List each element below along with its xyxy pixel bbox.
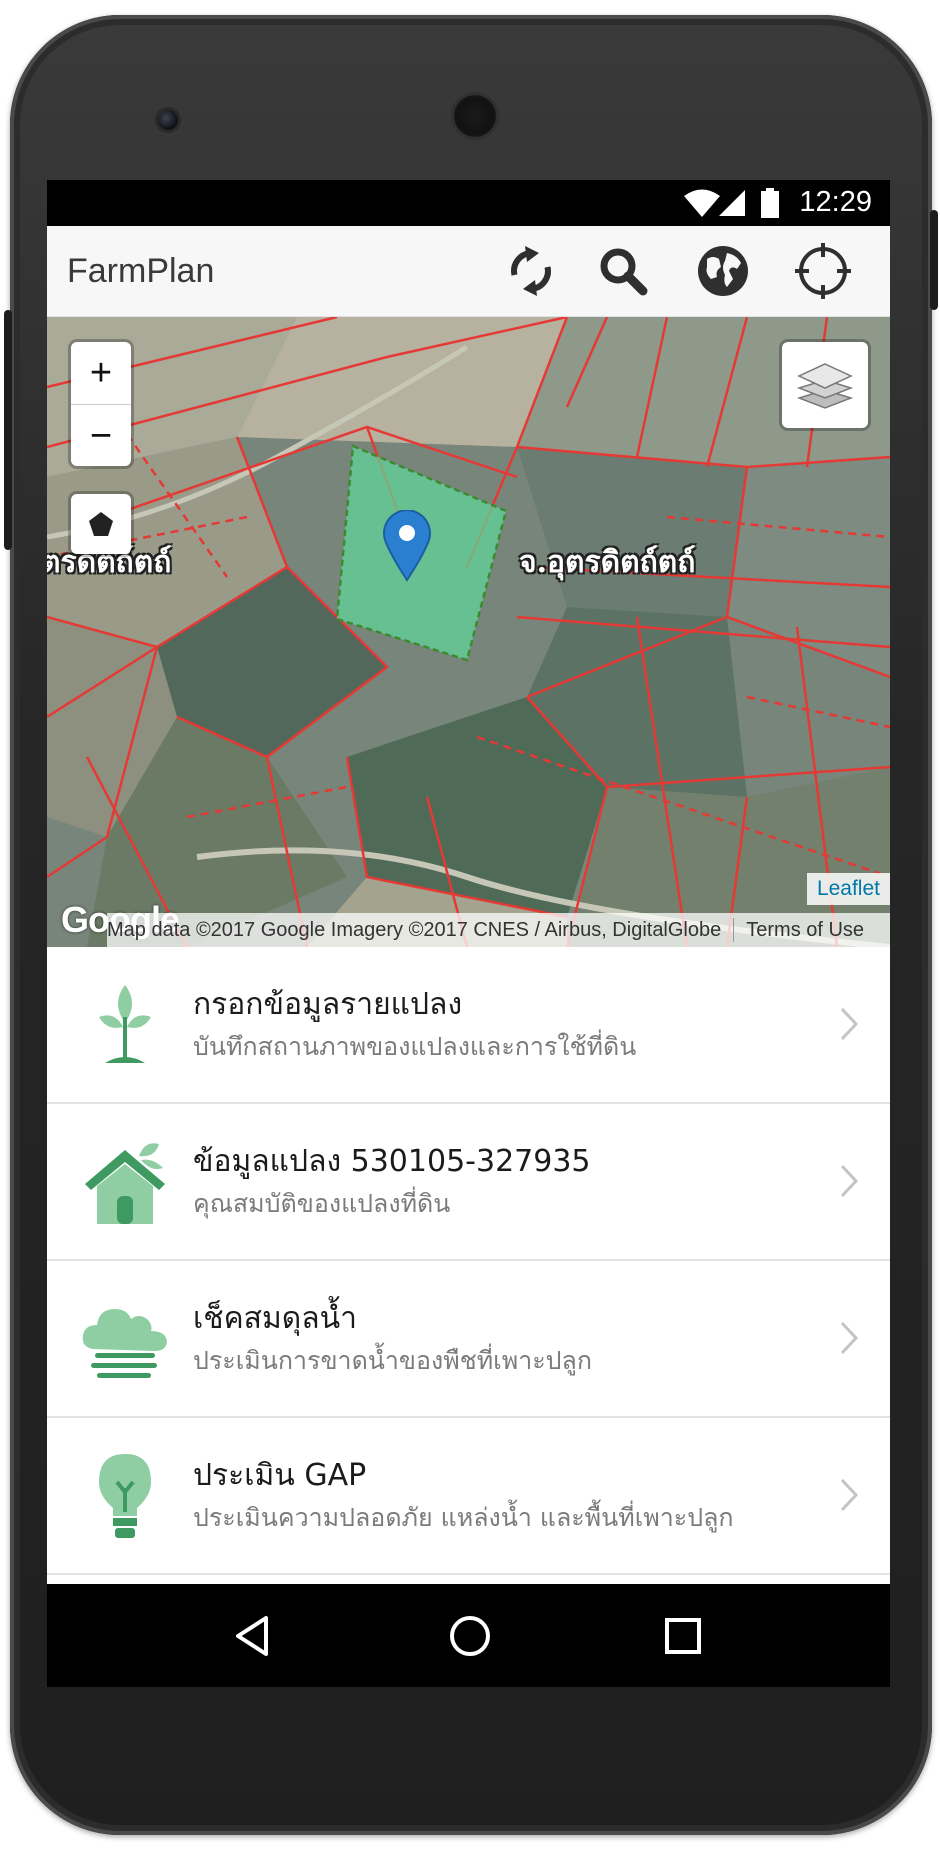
status-bar: 12:29 bbox=[47, 180, 890, 226]
sync-button[interactable] bbox=[500, 240, 562, 302]
cloud-water-icon bbox=[82, 1309, 167, 1378]
chevron-right-icon bbox=[840, 1478, 859, 1512]
screen: 12:29 FarmPlan ตรดิตถ์ตถ์ จ.อุตรดิตถ์ตถ์… bbox=[47, 180, 890, 1687]
power-button bbox=[4, 310, 12, 550]
list-item-water-balance[interactable]: เช็คสมดุลน้ำ ประเมินการขาดน้ำของพืชที่เพ… bbox=[47, 1261, 890, 1418]
map-attribution: Map data ©2017 Google Imagery ©2017 CNES… bbox=[107, 913, 890, 947]
signal-icon bbox=[719, 190, 745, 216]
list-item-gap-assessment[interactable]: ประเมิน GAP ประเมินความปลอดภัย แหล่งน้ำ … bbox=[47, 1418, 890, 1575]
globe-button[interactable] bbox=[692, 240, 754, 302]
attribution-divider bbox=[733, 918, 735, 942]
map-view[interactable]: ตรดิตถ์ตถ์ จ.อุตรดิตถ์ตถ์ + − Leaflet Go… bbox=[47, 317, 890, 947]
list-item-title: ข้อมูลแปลง 530105-327935 bbox=[193, 1144, 591, 1179]
wifi-icon bbox=[684, 189, 720, 217]
list-item-title: กรอกข้อมูลรายแปลง bbox=[193, 987, 463, 1022]
list-item-fill-parcel-info[interactable]: กรอกข้อมูลรายแปลง บันทึกสถานภาพของแปลงแล… bbox=[47, 947, 890, 1104]
chevron-right-icon bbox=[840, 1007, 859, 1041]
sync-icon bbox=[511, 246, 551, 296]
crosshair-icon bbox=[795, 243, 851, 299]
zoom-control: + − bbox=[71, 342, 131, 466]
chevron-right-icon bbox=[840, 1164, 859, 1198]
layers-icon bbox=[797, 363, 853, 409]
app-title: FarmPlan bbox=[67, 252, 215, 290]
search-icon bbox=[600, 248, 648, 296]
draw-polygon-button[interactable] bbox=[71, 494, 131, 554]
list-item-subtitle: ประเมินความปลอดภัย แหล่งน้ำ และพื้นที่เพ… bbox=[193, 1503, 734, 1532]
app-bar: FarmPlan bbox=[47, 226, 890, 317]
pentagon-icon bbox=[89, 512, 113, 536]
satellite-map bbox=[47, 317, 890, 947]
battery-icon bbox=[761, 188, 779, 218]
search-button[interactable] bbox=[592, 240, 654, 302]
chevron-right-icon bbox=[840, 1321, 859, 1355]
list-item-subtitle: ประเมินการขาดน้ำของพืชที่เพาะปลูก bbox=[193, 1346, 592, 1375]
list-item-subtitle: บันทึกสถานภาพของแปลงและการใช้ที่ดิน bbox=[193, 1032, 637, 1061]
volume-button bbox=[930, 210, 938, 310]
location-marker-icon[interactable] bbox=[382, 510, 432, 582]
plant-icon bbox=[99, 985, 151, 1063]
list-item-parcel-details[interactable]: ข้อมูลแปลง 530105-327935 คุณสมบัติของแปล… bbox=[47, 1104, 890, 1261]
earpiece-speaker bbox=[454, 95, 496, 137]
farmhouse-icon bbox=[85, 1143, 165, 1224]
recents-nav-button[interactable] bbox=[657, 1610, 709, 1662]
list-item-title: ประเมิน GAP bbox=[193, 1458, 367, 1493]
layers-button[interactable] bbox=[782, 342, 868, 428]
system-nav-bar bbox=[47, 1584, 890, 1687]
globe-icon bbox=[698, 246, 748, 296]
list-item-subtitle: คุณสมบัติของแปลงที่ดิน bbox=[193, 1189, 451, 1218]
zoom-out-button[interactable]: − bbox=[71, 405, 131, 467]
locate-button[interactable] bbox=[792, 240, 854, 302]
attribution-text: Map data ©2017 Google Imagery ©2017 CNES… bbox=[107, 918, 722, 941]
status-time: 12:29 bbox=[799, 186, 872, 218]
map-place-label-center: จ.อุตรดิตถ์ตถ์ bbox=[519, 545, 696, 580]
lightbulb-plant-icon bbox=[99, 1454, 151, 1538]
home-nav-button[interactable] bbox=[444, 1610, 496, 1662]
back-nav-button[interactable] bbox=[228, 1610, 280, 1662]
list-item-title: เช็คสมดุลน้ำ bbox=[193, 1301, 357, 1336]
terms-of-use-link[interactable]: Terms of Use bbox=[746, 919, 864, 942]
front-camera bbox=[158, 110, 178, 130]
zoom-in-button[interactable]: + bbox=[71, 342, 131, 405]
action-list: กรอกข้อมูลรายแปลง บันทึกสถานภาพของแปลงแล… bbox=[47, 947, 890, 1575]
leaflet-link[interactable]: Leaflet bbox=[806, 873, 890, 905]
